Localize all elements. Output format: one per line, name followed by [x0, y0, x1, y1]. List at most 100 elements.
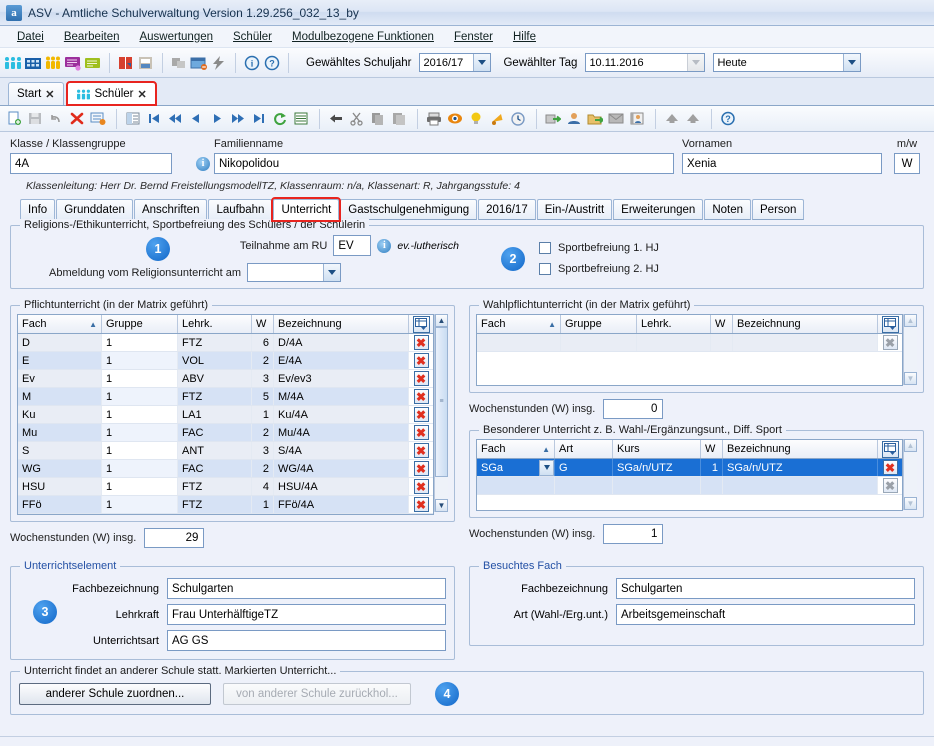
- table-cell[interactable]: Ev/ev3: [274, 370, 409, 387]
- tab-laufbahn[interactable]: Laufbahn: [208, 199, 273, 220]
- table-row[interactable]: Mu 1 FAC 2 Mu/4A ✖: [18, 424, 433, 442]
- table-icon[interactable]: [293, 111, 311, 127]
- clock-icon[interactable]: [510, 111, 528, 127]
- table-cell[interactable]: [733, 334, 878, 351]
- module-gray-icon[interactable]: [170, 55, 188, 71]
- tag-combo[interactable]: 10.11.2016: [585, 53, 706, 72]
- bulb-icon[interactable]: [468, 111, 486, 127]
- new-record-icon[interactable]: [6, 111, 24, 127]
- table-cell[interactable]: 2: [252, 460, 274, 477]
- bu-col-bezeichnung[interactable]: Bezeichnung: [723, 440, 878, 458]
- delete-row-icon[interactable]: ✖: [413, 479, 429, 494]
- table-cell[interactable]: 5: [252, 388, 274, 405]
- delete-row-icon[interactable]: ✖: [413, 443, 429, 458]
- geschlecht-value[interactable]: W: [894, 153, 920, 174]
- wp-table-settings-button[interactable]: [878, 315, 902, 333]
- table-cell[interactable]: G: [555, 459, 613, 476]
- bu-table-settings-button[interactable]: [878, 440, 902, 458]
- back-arrow-icon[interactable]: [328, 111, 346, 127]
- table-cell[interactable]: [477, 477, 555, 494]
- grid-settings-icon-bu[interactable]: [881, 440, 899, 458]
- table-cell[interactable]: FFö/4A: [274, 496, 409, 513]
- menu-bearbeiten[interactable]: Bearbeiten: [55, 29, 129, 45]
- menu-datei[interactable]: Datei: [8, 29, 53, 45]
- message-green-icon[interactable]: [84, 55, 102, 71]
- table-cell[interactable]: [711, 334, 733, 351]
- chevron-down-icon-row[interactable]: [539, 459, 554, 476]
- delete-row-icon[interactable]: ✖: [413, 497, 429, 512]
- lightning-icon[interactable]: [210, 55, 228, 71]
- pflichtunterricht-table[interactable]: Fach ▲ Gruppe Lehrk. W Bezeichnung D 1 F…: [17, 314, 434, 515]
- table-cell[interactable]: 1: [252, 496, 274, 513]
- tab-ein-austritt[interactable]: Ein-/Austritt: [536, 199, 613, 220]
- col-fach[interactable]: Fach ▲: [18, 315, 102, 333]
- tab-noten[interactable]: Noten: [704, 199, 751, 220]
- scroll-track-bu[interactable]: [904, 452, 917, 497]
- wp-col-gruppe[interactable]: Gruppe: [561, 315, 637, 333]
- table-cell[interactable]: FTZ: [178, 334, 252, 351]
- chevron-down-icon-abmeldung[interactable]: [323, 264, 340, 281]
- table-cell[interactable]: 4: [252, 478, 274, 495]
- chevron-down-icon-2[interactable]: [687, 54, 705, 71]
- refresh-icon[interactable]: [272, 111, 290, 127]
- table-cell[interactable]: 1: [102, 496, 178, 513]
- menu-fenster[interactable]: Fenster: [445, 29, 502, 45]
- table-cell[interactable]: FTZ: [178, 496, 252, 513]
- undo-icon[interactable]: [48, 111, 66, 127]
- table-cell[interactable]: Ku/4A: [274, 406, 409, 423]
- delete-row-cell[interactable]: ✖: [409, 406, 433, 423]
- chevron-down-icon-3[interactable]: [843, 54, 861, 71]
- delete-row-icon[interactable]: ✖: [413, 407, 429, 422]
- wp-col-w[interactable]: W: [711, 315, 733, 333]
- table-cell[interactable]: [613, 477, 701, 494]
- table-cell[interactable]: [477, 334, 561, 351]
- table-cell[interactable]: M/4A: [274, 388, 409, 405]
- up-gray-icon[interactable]: [664, 111, 682, 127]
- table-row[interactable]: E 1 VOL 2 E/4A ✖: [18, 352, 433, 370]
- help-icon[interactable]: ?: [263, 55, 281, 71]
- next-page-icon[interactable]: [230, 111, 248, 127]
- delete-row-cell[interactable]: ✖: [409, 424, 433, 441]
- wahlpflicht-scrollbar[interactable]: ▲ ▼: [903, 314, 917, 385]
- familienname-input[interactable]: [214, 153, 674, 174]
- delete-row-cell[interactable]: ✖: [409, 388, 433, 405]
- table-cell[interactable]: S: [18, 442, 102, 459]
- table-settings-button[interactable]: [409, 315, 433, 333]
- bu-col-kurs[interactable]: Kurs: [613, 440, 701, 458]
- table-cell[interactable]: M: [18, 388, 102, 405]
- delete-row-cell[interactable]: ✖: [409, 478, 433, 495]
- table-cell[interactable]: S/4A: [274, 442, 409, 459]
- next-record-icon[interactable]: [209, 111, 227, 127]
- preview-eye-icon[interactable]: [447, 111, 465, 127]
- delete-row-icon[interactable]: ✖: [413, 461, 429, 476]
- bu-col-w[interactable]: W: [701, 440, 723, 458]
- besonderer-sum-value[interactable]: 1: [603, 524, 664, 544]
- table-row[interactable]: FFö 1 FTZ 1 FFö/4A ✖: [18, 496, 433, 514]
- table-cell[interactable]: 3: [252, 442, 274, 459]
- scroll-down-icon-bu[interactable]: ▼: [904, 497, 917, 510]
- wp-col-lehrk[interactable]: Lehrk.: [637, 315, 711, 333]
- table-cell[interactable]: 1: [102, 442, 178, 459]
- table-cell[interactable]: 1: [102, 478, 178, 495]
- menu-modulbezogene-funktionen[interactable]: Modulbezogene Funktionen: [283, 29, 443, 45]
- copy-icon[interactable]: [370, 111, 388, 127]
- table-row[interactable]: Ev 1 ABV 3 Ev/ev3 ✖: [18, 370, 433, 388]
- printer-report-icon[interactable]: [137, 55, 155, 71]
- tab-grunddaten[interactable]: Grunddaten: [56, 199, 133, 220]
- delete-row-cell[interactable]: ✖: [409, 460, 433, 477]
- table-cell[interactable]: HSU: [18, 478, 102, 495]
- prev-record-icon[interactable]: [188, 111, 206, 127]
- wahlpflicht-sum-value[interactable]: 0: [603, 399, 664, 419]
- table-cell[interactable]: SGa: [477, 459, 555, 476]
- table-cell[interactable]: 1: [252, 406, 274, 423]
- delete-row-icon[interactable]: ✖: [882, 335, 898, 350]
- table-cell[interactable]: 1: [102, 424, 178, 441]
- table-cell[interactable]: VOL: [178, 352, 252, 369]
- delete-row-cell[interactable]: ✖: [409, 334, 433, 351]
- save-icon[interactable]: [27, 111, 45, 127]
- table-cell[interactable]: FTZ: [178, 478, 252, 495]
- table-cell[interactable]: 2: [252, 352, 274, 369]
- bu-col-art[interactable]: Art: [555, 440, 613, 458]
- wahlpflicht-table[interactable]: Fach ▲ Gruppe Lehrk. W Bezeichnung ✖: [476, 314, 903, 386]
- grid-settings-icon[interactable]: [412, 315, 430, 333]
